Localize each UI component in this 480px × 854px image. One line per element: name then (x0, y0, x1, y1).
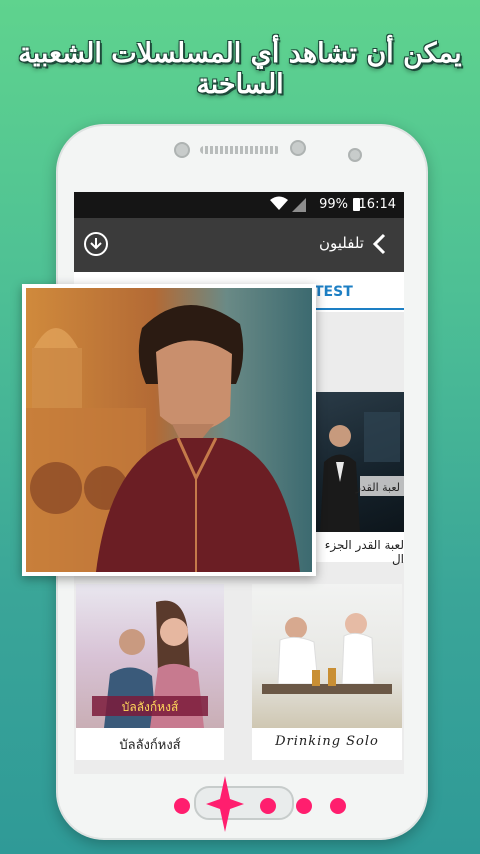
series-poster: บัลลังก์หงส์ (76, 584, 224, 728)
page-dot[interactable] (296, 798, 312, 814)
page-dot-active-icon[interactable] (206, 776, 244, 832)
series-title: Drinking Solo (275, 734, 379, 749)
wifi-icon (270, 196, 288, 210)
series-title: لعبة القدر الجزء ال (324, 538, 404, 566)
camera-icon (290, 140, 306, 156)
signal-icon (292, 198, 306, 212)
page-dot[interactable] (260, 798, 276, 814)
series-card-2[interactable]: บัลลังก์หงส์ บัลลังก์หงส์ (76, 584, 224, 760)
featured-actor-photo (22, 284, 316, 576)
poster-title: บัลลังก์หงส์ (122, 700, 179, 714)
promo-headline: يمكن أن تشاهد أي المسلسلات الشعبية الساخ… (18, 38, 462, 100)
speaker-grille (200, 146, 280, 154)
app-bar: تلفليون (74, 218, 404, 272)
battery-percent: 99% (319, 197, 348, 212)
status-bar: 99% 16:14 (74, 192, 404, 218)
series-card-3[interactable]: Drinking Solo (252, 584, 402, 760)
clock: 16:14 (358, 197, 396, 212)
poster-title: لعبة القدر (355, 481, 400, 494)
series-poster (252, 584, 402, 728)
page-dot[interactable] (330, 798, 346, 814)
photo-image (26, 288, 312, 572)
series-title: บัลลังก์หงส์ (119, 738, 181, 753)
page-title: تلفليون (319, 234, 364, 252)
page-dot[interactable] (174, 798, 190, 814)
tab-latest[interactable]: TEST (314, 284, 353, 300)
tab-indicator (310, 308, 404, 310)
light-sensor-icon (348, 148, 362, 162)
sensor-icon (174, 142, 190, 158)
download-circle-icon[interactable] (82, 230, 110, 258)
chevron-left-icon[interactable] (366, 230, 394, 258)
series-card-1[interactable]: لعبة القدر لعبة القدر الجزء ال (316, 392, 404, 566)
series-poster: لعبة القدر (316, 392, 404, 532)
page-indicator (0, 776, 480, 832)
